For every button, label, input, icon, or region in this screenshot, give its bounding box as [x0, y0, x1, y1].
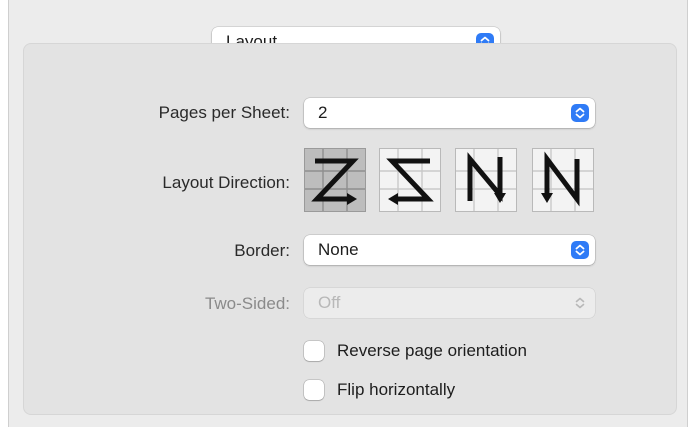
- z-right-to-left-icon: [380, 149, 440, 211]
- flip-horizontally-checkbox[interactable]: [304, 380, 324, 400]
- n-top-to-bottom-reverse-icon: [456, 149, 516, 211]
- border-label: Border:: [234, 241, 290, 260]
- layout-direction-z-rtl-button[interactable]: [379, 148, 441, 212]
- layout-direction-n-button[interactable]: [532, 148, 594, 212]
- pages-per-sheet-label: Pages per Sheet:: [158, 103, 290, 122]
- reverse-orientation-label: Reverse page orientation: [337, 341, 527, 360]
- layout-direction-z-ltr-button[interactable]: [304, 148, 366, 212]
- two-sided-value: Off: [318, 293, 341, 312]
- two-sided-label: Two-Sided:: [204, 294, 290, 313]
- pages-per-sheet-value: 2: [318, 103, 328, 122]
- n-top-to-bottom-icon: [533, 149, 593, 211]
- chevron-up-down-icon: [571, 241, 589, 259]
- pages-per-sheet-popup[interactable]: 2: [304, 98, 595, 128]
- border-popup[interactable]: None: [304, 235, 595, 265]
- flip-horizontally-label: Flip horizontally: [337, 380, 456, 399]
- border-value: None: [318, 240, 359, 259]
- layout-direction-n-reverse-button[interactable]: [455, 148, 517, 212]
- z-left-to-right-icon: [305, 149, 365, 211]
- chevron-up-down-icon: [571, 294, 589, 312]
- reverse-orientation-checkbox[interactable]: [304, 341, 324, 361]
- two-sided-popup[interactable]: Off: [304, 288, 595, 318]
- chevron-up-down-icon: [571, 104, 589, 122]
- layout-direction-label: Layout Direction:: [162, 173, 290, 192]
